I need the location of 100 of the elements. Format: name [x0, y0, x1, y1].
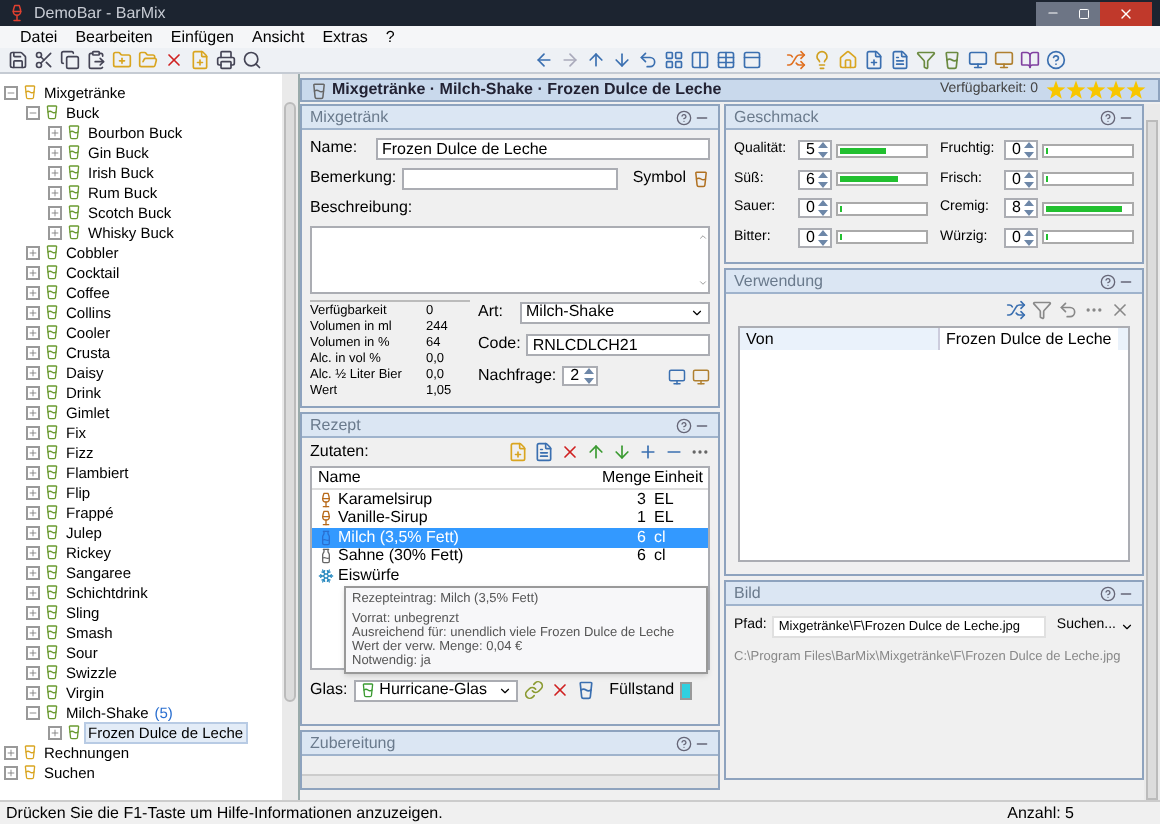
number-field[interactable]: 0: [1004, 140, 1039, 161]
expand-icon[interactable]: [26, 465, 40, 479]
caret-icon[interactable]: [690, 305, 704, 319]
glass-dropdown[interactable]: Hurricane-Glas: [353, 679, 518, 701]
document-icon[interactable]: [890, 50, 910, 70]
expand-icon[interactable]: [48, 205, 62, 219]
add-icon[interactable]: [508, 442, 528, 462]
expand-icon[interactable]: [26, 265, 40, 279]
collapse-icon[interactable]: [26, 705, 40, 719]
expand-icon[interactable]: [26, 445, 40, 459]
up-arrow-icon[interactable]: [586, 442, 606, 462]
help-icon[interactable]: [676, 417, 692, 433]
shuffle-icon[interactable]: [786, 50, 806, 70]
expand-icon[interactable]: [26, 565, 40, 579]
scroll-down-icon[interactable]: [697, 278, 707, 288]
spin-arrows-icon[interactable]: [1024, 229, 1035, 246]
delete-icon[interactable]: [560, 442, 580, 462]
help-icon[interactable]: [676, 109, 692, 125]
expand-icon[interactable]: [48, 145, 62, 159]
monitor-icon[interactable]: [968, 50, 988, 70]
number-field[interactable]: 5: [798, 140, 833, 161]
up-arrow-icon[interactable]: [586, 50, 606, 70]
help-icon[interactable]: [1100, 109, 1116, 125]
code-field[interactable]: RNLCDLCH21: [526, 333, 710, 355]
ingredient-row[interactable]: Karamelsirup 3 EL: [312, 490, 708, 509]
expand-icon[interactable]: [48, 165, 62, 179]
scrollbar[interactable]: [302, 774, 718, 788]
number-field[interactable]: 6: [798, 169, 833, 190]
menu-item[interactable]: Datei: [20, 25, 58, 49]
help-icon[interactable]: [1100, 273, 1116, 289]
scrollbar[interactable]: [282, 74, 298, 800]
maximize-button[interactable]: [1068, 1, 1100, 25]
expand-icon[interactable]: [26, 605, 40, 619]
help-icon[interactable]: [1100, 585, 1116, 601]
delete-icon[interactable]: [549, 680, 570, 700]
ingredient-row[interactable]: Sahne (30% Fett) 6 cl: [312, 547, 708, 566]
collapse-icon[interactable]: [26, 105, 40, 119]
bulb-icon[interactable]: [812, 50, 832, 70]
expand-icon[interactable]: [26, 345, 40, 359]
expand-icon[interactable]: [4, 765, 18, 779]
number-field[interactable]: 0: [798, 198, 833, 219]
spin-arrows-icon[interactable]: [818, 229, 829, 246]
table-view-icon[interactable]: [716, 50, 736, 70]
plus-icon[interactable]: [638, 442, 658, 462]
close-icon[interactable]: [1118, 5, 1134, 21]
menu-item[interactable]: Ansicht: [251, 25, 305, 49]
expand-icon[interactable]: [48, 125, 62, 139]
book-icon[interactable]: [1020, 50, 1040, 70]
ingredient-row[interactable]: Vanille-Sirup 1 EL: [312, 509, 708, 528]
spin-arrows-icon[interactable]: [1024, 200, 1035, 217]
expand-icon[interactable]: [26, 245, 40, 259]
type-dropdown[interactable]: Milch-Shake: [520, 301, 710, 323]
column-header[interactable]: Menge: [602, 466, 654, 490]
forward-icon[interactable]: [560, 50, 580, 70]
undo-icon[interactable]: [1058, 300, 1078, 320]
expand-icon[interactable]: [26, 485, 40, 499]
spin-arrows-icon[interactable]: [818, 171, 829, 188]
grid-view-icon[interactable]: [664, 50, 684, 70]
expand-icon[interactable]: [26, 385, 40, 399]
glass-icon[interactable]: [942, 50, 962, 70]
close-button[interactable]: [1100, 1, 1152, 25]
expand-icon[interactable]: [26, 545, 40, 559]
spin-arrows-icon[interactable]: [818, 142, 829, 159]
expand-icon[interactable]: [26, 505, 40, 519]
expand-icon[interactable]: [26, 665, 40, 679]
expand-icon[interactable]: [26, 365, 40, 379]
help-icon[interactable]: [1046, 50, 1066, 70]
menu-item[interactable]: Einfügen: [170, 25, 234, 49]
expand-icon[interactable]: [26, 625, 40, 639]
caret-icon[interactable]: [497, 683, 512, 697]
filter-icon[interactable]: [916, 50, 936, 70]
help-icon[interactable]: [676, 735, 692, 751]
expand-icon[interactable]: [48, 725, 62, 739]
save-icon[interactable]: [8, 50, 28, 70]
delete-icon[interactable]: [164, 50, 184, 70]
copy-icon[interactable]: [60, 50, 80, 70]
spin-arrows-icon[interactable]: [818, 200, 829, 217]
home-icon[interactable]: [838, 50, 858, 70]
panel-view-icon[interactable]: [742, 50, 762, 70]
expand-icon[interactable]: [4, 745, 18, 759]
column-header[interactable]: Frozen Dulce de Leche: [940, 328, 1118, 350]
expand-icon[interactable]: [48, 185, 62, 199]
number-field[interactable]: 0: [1004, 227, 1039, 248]
collapse-icon[interactable]: [4, 85, 18, 99]
drink-symbol-icon[interactable]: [692, 169, 710, 187]
expand-icon[interactable]: [26, 525, 40, 539]
column-header[interactable]: Name: [318, 466, 602, 490]
number-field[interactable]: 2: [562, 366, 598, 386]
columns-view-icon[interactable]: [690, 50, 710, 70]
glass-icon[interactable]: [575, 680, 596, 700]
scrollbar[interactable]: [1144, 104, 1160, 800]
expand-icon[interactable]: [26, 645, 40, 659]
column-header[interactable]: Einheit: [654, 466, 702, 490]
folder-icon[interactable]: [138, 50, 158, 70]
menu-item[interactable]: Bearbeiten: [75, 25, 153, 49]
filter-icon[interactable]: [1032, 300, 1052, 320]
back-icon[interactable]: [534, 50, 554, 70]
expand-icon[interactable]: [26, 325, 40, 339]
number-field[interactable]: 8: [1004, 198, 1039, 219]
spin-arrows-icon[interactable]: [1024, 171, 1035, 188]
